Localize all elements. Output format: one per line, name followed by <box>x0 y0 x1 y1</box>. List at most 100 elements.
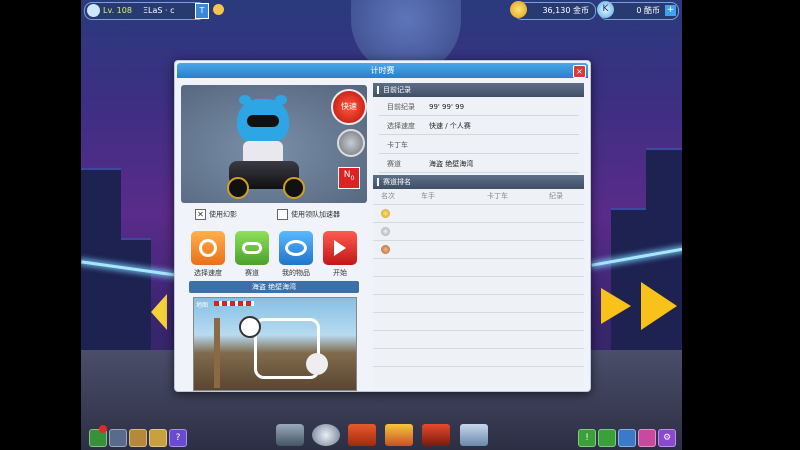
rank-row-divider <box>373 222 584 223</box>
shop-icon[interactable] <box>385 424 413 446</box>
record-row: 赛道 海盗 绝壁海湾 <box>379 156 579 173</box>
ranking-header: 赛道排名 <box>373 175 584 189</box>
items-icon <box>285 240 307 256</box>
column-header: 车手 <box>421 192 435 200</box>
rank-row-divider <box>373 348 584 349</box>
search-icon[interactable] <box>638 429 656 447</box>
checkbox[interactable]: ✕ <box>195 209 206 220</box>
record-row: 卡丁车 <box>379 137 579 154</box>
toggle-button[interactable] <box>337 129 365 157</box>
building-icon[interactable] <box>460 424 488 446</box>
left-panel: 快速 N0 ✕ 使用幻影 使用领队加速器 选择速度 赛道 我的物品 开始 海盗 … <box>181 85 367 391</box>
record-row: 目前纪录 99' 99' 99 <box>379 99 579 116</box>
right-letterbox <box>682 0 800 450</box>
player-name: ΞLaS · c <box>143 6 175 15</box>
help-icon[interactable]: ? <box>169 429 187 447</box>
option-label: 使用幻影 <box>209 210 237 219</box>
player-level: Lv. 108 <box>103 6 132 15</box>
records-header: 目前记录 <box>373 83 584 97</box>
record-key: 目前纪录 <box>387 103 415 111</box>
record-key: 赛道 <box>387 160 401 168</box>
avatar <box>87 4 100 17</box>
kcash-amount: 0 酷币 <box>636 6 660 15</box>
notification-dot <box>99 425 107 433</box>
chevron-left-icon <box>151 294 167 330</box>
rank-row-divider <box>373 204 584 205</box>
mast <box>214 318 220 388</box>
egg-prop <box>306 353 328 375</box>
rank-row-divider <box>373 276 584 277</box>
gold-medal-icon <box>381 209 390 218</box>
kart-wheel <box>283 177 305 199</box>
start-icon <box>334 240 346 256</box>
column-header: 卡丁车 <box>487 192 508 200</box>
game-screen: Lv. 108 ΞLaS · c T 36,130 金币 0 酷币 + K 计时… <box>0 0 800 450</box>
action-label: 开始 <box>333 269 347 277</box>
option-ghost[interactable]: ✕ 使用幻影 <box>195 209 237 220</box>
toolbox-icon[interactable] <box>422 424 450 446</box>
map-label: 地图 <box>196 302 209 309</box>
track-name: 海盗 绝壁海湾 <box>189 281 359 293</box>
speed-icon <box>199 239 217 257</box>
kart-preview: 快速 N0 <box>181 85 367 203</box>
character-ear <box>239 95 251 105</box>
chevron-right-icon <box>601 288 631 324</box>
checkbox[interactable] <box>277 209 288 220</box>
player-pill[interactable]: Lv. 108 ΞLaS · c <box>84 2 206 20</box>
skull-flag <box>239 316 261 338</box>
chat-icon[interactable] <box>598 429 616 447</box>
rank-row-divider <box>373 294 584 295</box>
record-row: 选择速度 快速 / 个人赛 <box>379 118 579 135</box>
race-flag-icon[interactable] <box>276 424 304 446</box>
notes-icon[interactable] <box>149 429 167 447</box>
record-key: 卡丁车 <box>387 141 408 149</box>
track-select-button[interactable] <box>235 231 269 265</box>
kart-wheel <box>227 177 249 199</box>
my-items-button[interactable] <box>279 231 313 265</box>
action-label: 选择速度 <box>194 269 222 277</box>
guild-icon[interactable]: T <box>195 3 209 19</box>
speedometer-icon[interactable] <box>312 424 340 446</box>
gold-coin-icon <box>510 1 527 18</box>
kcash-coin-icon: K <box>597 1 614 18</box>
no-badge-sub: 0 <box>350 174 355 182</box>
no-badge[interactable]: N0 <box>338 167 360 189</box>
track-preview: 地图 <box>193 297 357 391</box>
action-label: 我的物品 <box>282 269 310 277</box>
badge-icon[interactable] <box>213 4 224 15</box>
rank-row-divider <box>373 240 584 241</box>
speed-select-button[interactable] <box>191 231 225 265</box>
option-leader-boost[interactable]: 使用领队加速器 <box>277 209 340 220</box>
rank-row-divider <box>373 366 584 367</box>
right-panel: 目前记录 目前纪录 99' 99' 99 选择速度 快速 / 个人赛 卡丁车 赛… <box>373 83 584 387</box>
mail-icon[interactable] <box>129 429 147 447</box>
speed-quick-button[interactable]: 快速 <box>331 89 367 125</box>
rank-row-divider <box>373 312 584 313</box>
dialog-title: 计时赛 <box>177 63 588 78</box>
record-value: 99' 99' 99 <box>429 103 465 111</box>
close-button[interactable]: × <box>573 65 586 78</box>
record-value: 快速 / 个人赛 <box>429 122 471 130</box>
time-trial-dialog: 计时赛 × 快速 N0 ✕ 使用幻影 使用领队加速器 选择速度 赛道 我的物品 … <box>174 60 591 392</box>
garage-icon[interactable] <box>348 424 376 446</box>
column-header: 纪录 <box>549 192 563 200</box>
rank-row-divider <box>373 258 584 259</box>
gold-amount: 36,130 金币 <box>542 6 589 15</box>
home-icon[interactable] <box>109 429 127 447</box>
top-bar: Lv. 108 ΞLaS · c T 36,130 金币 0 酷币 + K <box>84 1 679 20</box>
rank-row-divider <box>373 330 584 331</box>
add-kcash-icon[interactable]: + <box>665 5 676 16</box>
exclaim-icon[interactable]: ! <box>578 429 596 447</box>
record-value: 海盗 绝壁海湾 <box>429 160 474 168</box>
column-header: 名次 <box>381 192 395 200</box>
action-label: 赛道 <box>245 269 259 277</box>
lap-dots <box>214 301 254 306</box>
list-icon[interactable] <box>618 429 636 447</box>
chevron-right-icon <box>641 282 677 330</box>
character-ear <box>275 95 287 105</box>
building <box>121 238 151 360</box>
character-sunglasses <box>247 115 279 127</box>
silver-medal-icon <box>381 227 390 236</box>
gear-icon[interactable]: ⚙ <box>658 429 676 447</box>
start-button[interactable] <box>323 231 357 265</box>
